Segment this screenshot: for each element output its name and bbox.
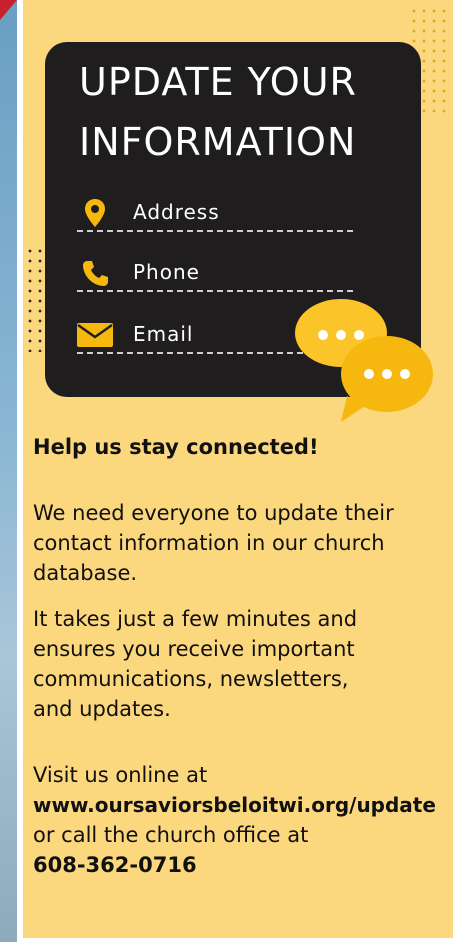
divider-dashed — [77, 290, 353, 292]
contact-row-address: Address — [75, 190, 355, 250]
red-corner-shape — [0, 0, 17, 20]
phone-number: 608-362-0716 — [33, 853, 197, 877]
left-photo-strip — [0, 0, 17, 942]
headline: Help us stay connected! — [33, 435, 319, 459]
phone-icon — [75, 258, 115, 288]
paragraph-benefits: It takes just a few minutes and ensures … — [33, 607, 358, 721]
card-title-line-2: INFORMATION — [79, 120, 357, 164]
contact-label-address: Address — [133, 200, 220, 224]
call-office-text: or call the church office at — [33, 823, 309, 847]
contact-label-phone: Phone — [133, 260, 200, 284]
card-title: UPDATE YOUR INFORMATION — [79, 52, 409, 172]
update-url-link[interactable]: www.oursaviorsbeloitwi.org/update — [33, 793, 436, 817]
chat-bubble-front-icon — [341, 336, 433, 422]
paragraph-intro: We need everyone to update their contact… — [33, 501, 394, 585]
divider-dashed — [77, 230, 353, 232]
paragraph-contact: Visit us online at www.oursaviorsbeloitw… — [33, 760, 453, 880]
dot-pattern-decoration-left — [25, 246, 45, 352]
contact-label-email: Email — [133, 322, 194, 346]
card-title-line-1: UPDATE YOUR — [79, 60, 357, 104]
map-pin-icon — [75, 198, 115, 228]
envelope-icon — [75, 320, 115, 350]
visit-online-text: Visit us online at — [33, 763, 208, 787]
